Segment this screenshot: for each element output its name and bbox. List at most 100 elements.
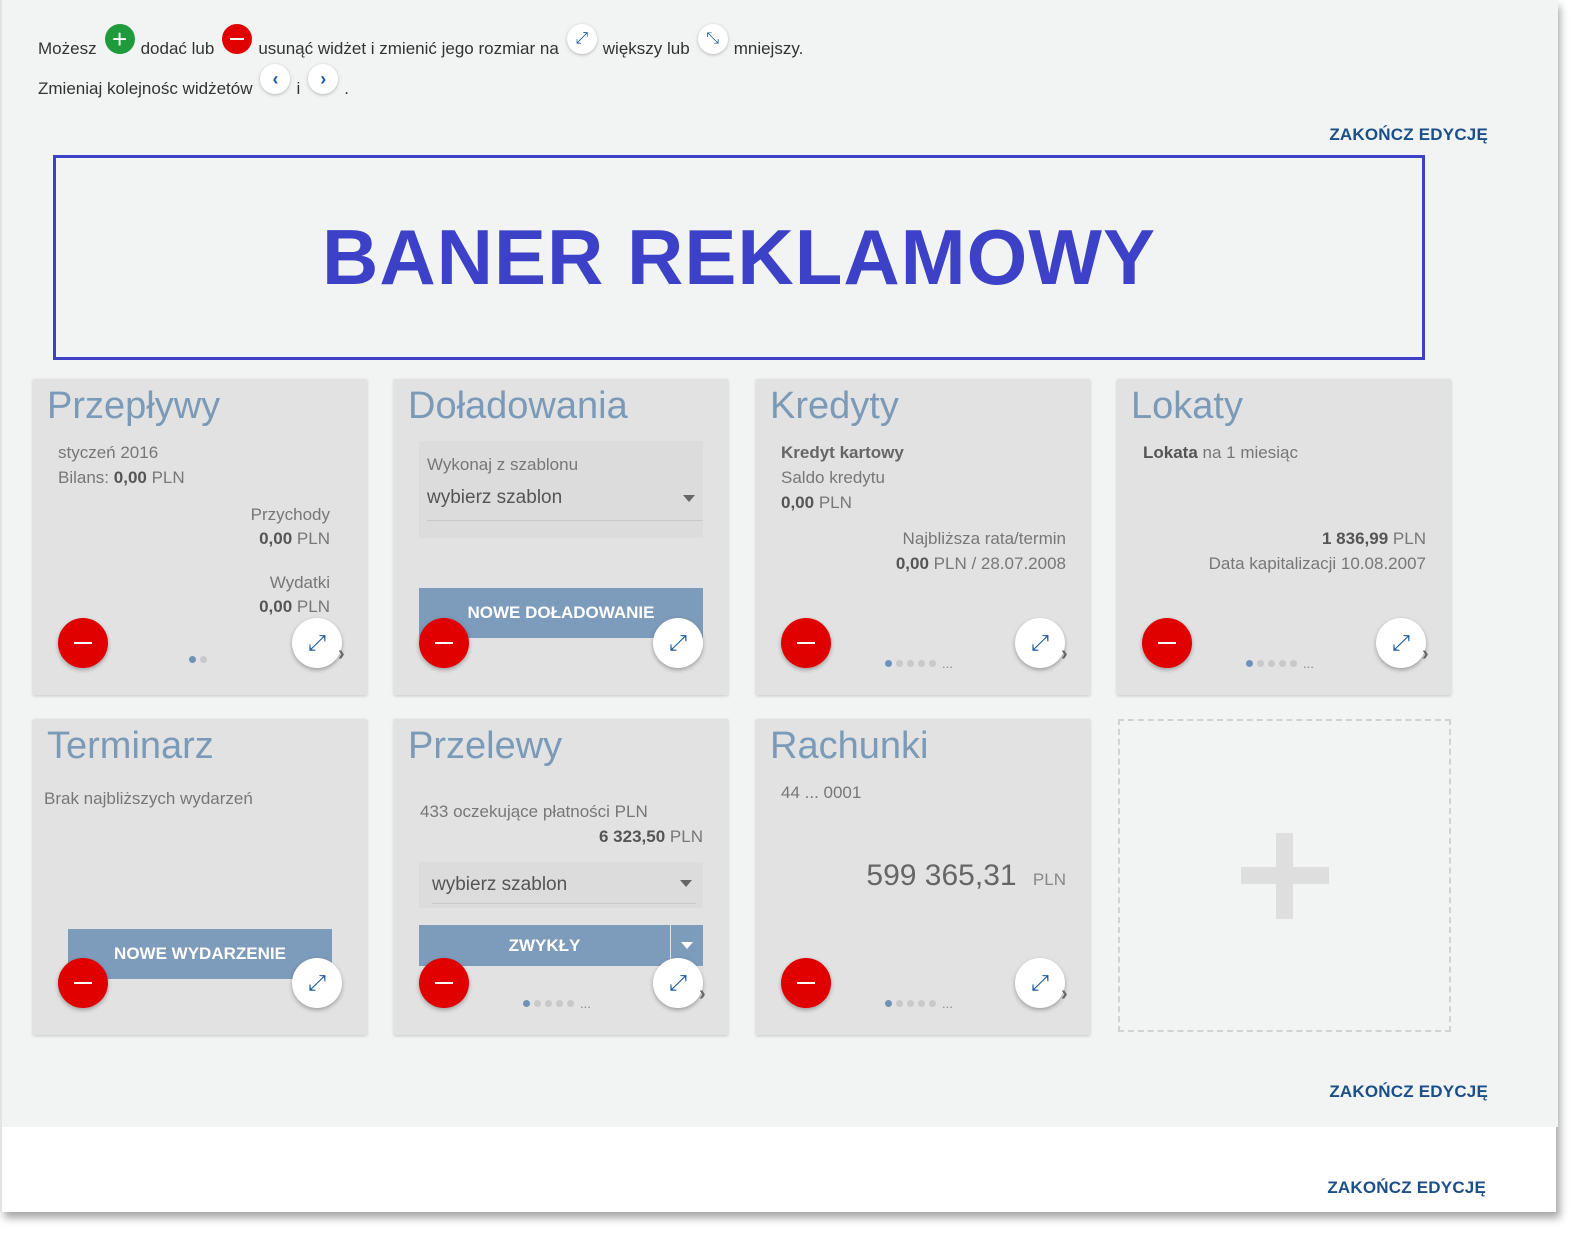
credit-saldo-currency: PLN bbox=[818, 493, 852, 512]
deposit-product-name: Lokata bbox=[1143, 443, 1198, 462]
expand-icon: ⤢ bbox=[1031, 630, 1049, 655]
expand-widget-button[interactable]: ⤢ bbox=[292, 618, 342, 668]
remove-widget-button[interactable] bbox=[781, 958, 831, 1008]
expand-widget-button[interactable]: ⤢ bbox=[1015, 618, 1065, 668]
period-label: styczeń 2016 bbox=[58, 443, 159, 462]
remove-widget-button[interactable] bbox=[781, 618, 831, 668]
add-widget-slot[interactable] bbox=[1118, 719, 1451, 1032]
widget-title: Przelewy bbox=[408, 725, 563, 767]
template-select[interactable]: wybierz szablon bbox=[427, 487, 703, 521]
pager-dot[interactable] bbox=[189, 656, 196, 663]
pager-dot[interactable] bbox=[567, 1000, 574, 1007]
income-label: Przychody bbox=[250, 505, 330, 524]
remove-widget-button[interactable] bbox=[419, 958, 469, 1008]
expenses-value: 0,00 bbox=[259, 597, 293, 616]
pager-dot[interactable] bbox=[907, 660, 914, 667]
remove-widget-button[interactable] bbox=[58, 958, 108, 1008]
expand-widget-button[interactable]: ⤢ bbox=[292, 958, 342, 1008]
deposit-amount-row: 1 836,99 PLN bbox=[1322, 529, 1426, 549]
expenses-currency: PLN bbox=[296, 597, 330, 616]
expand-widget-button[interactable]: ⤢ bbox=[653, 958, 703, 1008]
remove-widget-button[interactable] bbox=[58, 618, 108, 668]
pager-dot[interactable] bbox=[907, 1000, 914, 1007]
pager-dot[interactable] bbox=[885, 1000, 892, 1007]
next-widget-chevron[interactable]: › bbox=[338, 643, 345, 666]
expenses-label: Wydatki bbox=[269, 573, 330, 592]
widget-title: Kredyty bbox=[770, 385, 899, 427]
pending-amount: 6 323,50 bbox=[599, 827, 666, 846]
next-widget-chevron[interactable]: › bbox=[1061, 643, 1068, 666]
widget-terminarz: Terminarz Brak najbliższych wydarzeń NOW… bbox=[33, 719, 367, 1035]
balance-row: Bilans: 0,00 PLN bbox=[58, 468, 185, 488]
chevron-right-icon: › bbox=[308, 64, 339, 94]
credit-product: Kredyt kartowy bbox=[781, 443, 904, 462]
help-text-5: mniejszy. bbox=[733, 39, 804, 58]
pager-dots: ... bbox=[1246, 656, 1314, 671]
help-text-1: Możesz bbox=[38, 39, 97, 58]
pager-dots: ... bbox=[523, 996, 591, 1011]
expand-icon: ⤢ bbox=[1392, 630, 1410, 655]
pager-dot[interactable] bbox=[1290, 660, 1297, 667]
expand-widget-button[interactable]: ⤢ bbox=[653, 618, 703, 668]
expand-icon: ⤢ bbox=[308, 970, 326, 995]
next-widget-chevron[interactable]: › bbox=[1422, 643, 1429, 666]
help-text-6: Zmieniaj kolejnośc widżetów bbox=[38, 79, 253, 98]
template-select-value: wybierz szablon bbox=[427, 487, 563, 508]
pager-dot[interactable] bbox=[896, 1000, 903, 1007]
transfer-template-select[interactable]: wybierz szablon bbox=[432, 874, 696, 904]
pending-amount-row: 6 323,50 PLN bbox=[599, 827, 703, 847]
widget-kredyty: Kredyty Kredyt kartowy Saldo kredytu 0,0… bbox=[756, 379, 1090, 695]
next-payment-value: 0,00 bbox=[895, 554, 929, 573]
next-widget-chevron[interactable]: › bbox=[699, 983, 706, 1006]
expand-icon: ⤢ bbox=[1031, 970, 1049, 995]
shrink-icon: ⤡ bbox=[697, 24, 728, 54]
pager-dot[interactable] bbox=[1246, 660, 1253, 667]
pager-dot[interactable] bbox=[523, 1000, 530, 1007]
pager-dot[interactable] bbox=[1279, 660, 1286, 667]
template-label: Wykonaj z szablonu bbox=[427, 455, 579, 474]
pager-dot[interactable] bbox=[1257, 660, 1264, 667]
calendar-empty-text: Brak najbliższych wydarzeń bbox=[44, 789, 253, 808]
pager-dot[interactable] bbox=[896, 660, 903, 667]
account-currency: PLN bbox=[1032, 870, 1066, 889]
dashboard-edit-area: Możesz + dodać lub usunąć widżet i zmien… bbox=[2, 0, 1558, 1127]
finish-edit-link-top[interactable]: ZAKOŃCZ EDYCJĘ bbox=[1329, 125, 1488, 145]
pager-dot[interactable] bbox=[556, 1000, 563, 1007]
income-value: 0,00 bbox=[259, 529, 293, 548]
pager-dots bbox=[189, 656, 207, 663]
remove-widget-button[interactable] bbox=[1142, 618, 1192, 668]
expand-icon: ⤢ bbox=[669, 970, 687, 995]
pager-dot[interactable] bbox=[200, 656, 207, 663]
transfer-template-panel: wybierz szablon bbox=[419, 862, 703, 908]
widget-lokaty: Lokaty Lokata na 1 miesiąc 1 836,99 PLN … bbox=[1117, 379, 1451, 695]
account-balance-row: 599 365,31 PLN bbox=[866, 859, 1066, 893]
pager-dot[interactable] bbox=[885, 660, 892, 667]
pager-dot[interactable] bbox=[918, 1000, 925, 1007]
next-widget-chevron[interactable]: › bbox=[1061, 983, 1068, 1006]
pager-dot[interactable] bbox=[534, 1000, 541, 1007]
pager-dot[interactable] bbox=[929, 660, 936, 667]
deposit-amount: 1 836,99 bbox=[1322, 529, 1389, 548]
credit-saldo-label: Saldo kredytu bbox=[781, 468, 885, 487]
standard-transfer-button[interactable]: ZWYKŁY bbox=[419, 925, 670, 966]
chevron-down-icon bbox=[683, 495, 695, 502]
chevron-down-icon bbox=[681, 942, 693, 949]
widget-title: Rachunki bbox=[770, 725, 929, 767]
ad-banner: BANER REKLAMOWY bbox=[53, 155, 1425, 360]
expand-widget-button[interactable]: ⤢ bbox=[1015, 958, 1065, 1008]
pager-dot[interactable] bbox=[1268, 660, 1275, 667]
pager-dots: ... bbox=[885, 656, 953, 671]
balance-value: 0,00 bbox=[113, 468, 147, 487]
new-event-button[interactable]: NOWE WYDARZENIE bbox=[68, 929, 332, 979]
expand-icon: ⤢ bbox=[566, 24, 597, 54]
pager-dot[interactable] bbox=[929, 1000, 936, 1007]
widget-title: Przepływy bbox=[47, 385, 221, 427]
pager-dot[interactable] bbox=[545, 1000, 552, 1007]
remove-widget-button[interactable] bbox=[419, 618, 469, 668]
account-balance: 599 365,31 bbox=[866, 859, 1017, 892]
pager-dot[interactable] bbox=[918, 660, 925, 667]
expand-widget-button[interactable]: ⤢ bbox=[1376, 618, 1426, 668]
finish-edit-link-bottom[interactable]: ZAKOŃCZ EDYCJĘ bbox=[1327, 1178, 1486, 1198]
finish-edit-link-middle[interactable]: ZAKOŃCZ EDYCJĘ bbox=[1329, 1082, 1488, 1102]
expand-icon: ⤢ bbox=[669, 630, 687, 655]
